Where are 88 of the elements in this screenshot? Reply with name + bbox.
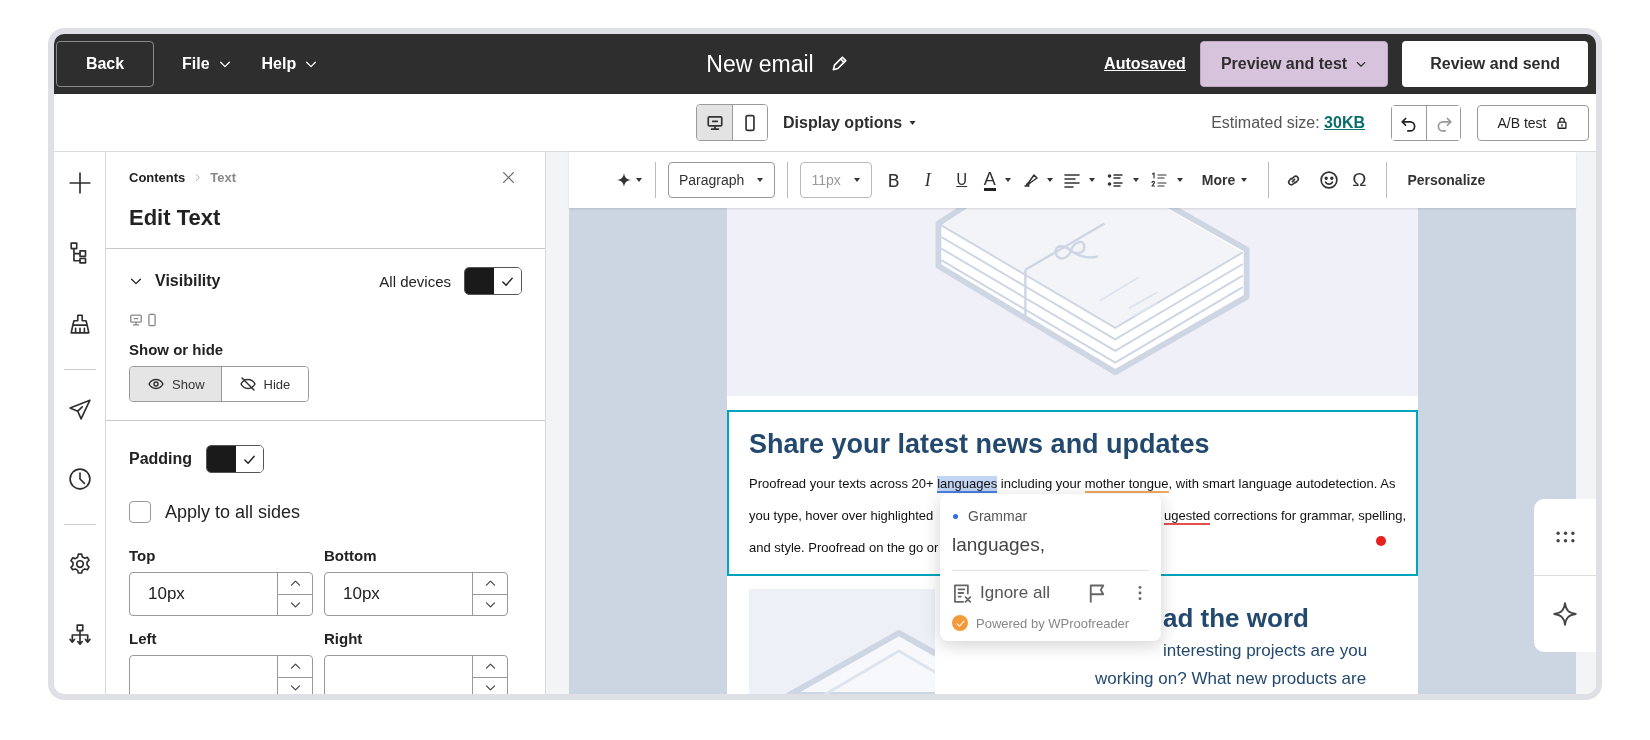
caret-icon — [1240, 177, 1249, 183]
paragraph-text: and style. Proofread on the go or — [749, 539, 939, 557]
toggle-label: All devices — [379, 272, 451, 290]
underline-button[interactable]: U — [949, 171, 974, 189]
send-icon[interactable] — [68, 397, 91, 420]
padding-input[interactable]: 10px — [129, 572, 313, 616]
caret-icon — [756, 177, 765, 183]
more-menu[interactable]: More — [1201, 172, 1249, 188]
desktop-icon — [705, 113, 724, 132]
padding-input[interactable]: 10px — [324, 572, 508, 616]
back-button[interactable]: Back — [56, 41, 154, 87]
padding-toggle[interactable] — [206, 445, 265, 473]
italic-button[interactable]: I — [915, 169, 940, 191]
section-heading: ad the word — [1163, 603, 1310, 633]
field-label: Bottom — [324, 547, 378, 564]
paragraph-text: you type, hover over highlighted — [749, 507, 934, 525]
font-color-button[interactable]: A — [983, 169, 996, 191]
field-label: Show or hide — [129, 341, 225, 358]
issue-category: Grammar — [968, 508, 1028, 524]
ignore-icon — [952, 583, 972, 603]
settings-icon[interactable] — [68, 553, 91, 576]
show-option[interactable]: Show — [130, 367, 221, 401]
email-title: New email — [706, 50, 814, 78]
emoji-icon[interactable] — [1320, 171, 1339, 189]
paragraph-text: ugested corrections for grammar, spelling, — [1163, 507, 1406, 527]
field-label: Left — [129, 630, 158, 647]
estimated-size: Estimated size: 30KB — [1211, 113, 1365, 132]
bullet-icon — [953, 513, 958, 519]
section-title: Padding — [129, 450, 193, 468]
special-characters-button[interactable]: Ω — [1352, 169, 1367, 191]
clock-icon[interactable] — [68, 468, 91, 491]
align-icon[interactable] — [1063, 172, 1080, 188]
add-icon[interactable] — [68, 172, 91, 194]
caret-icon — [908, 119, 918, 126]
suggestion-option[interactable]: languages, — [952, 524, 1149, 571]
bulleted-list-icon[interactable] — [1105, 172, 1124, 188]
caret-icon[interactable] — [1003, 177, 1012, 183]
checkbox[interactable] — [129, 501, 151, 523]
hide-option[interactable]: Hide — [220, 367, 309, 401]
powered-by-text: Powered by WProofreader — [976, 615, 1130, 631]
numbered-list-icon[interactable] — [1149, 172, 1168, 188]
caret-icon[interactable] — [1175, 177, 1184, 183]
mobile-icon — [145, 313, 159, 327]
caret-icon[interactable] — [635, 177, 643, 183]
lock-icon — [1554, 115, 1569, 130]
menu-item[interactable]: File — [174, 49, 240, 79]
review-button[interactable]: Review and send — [1402, 41, 1588, 87]
paragraph-text: working on? What new products are — [1095, 668, 1368, 690]
brush-icon[interactable] — [68, 312, 91, 335]
display-options-menu[interactable]: Display options — [783, 113, 918, 132]
ab-test-button[interactable]: A/B test — [1477, 104, 1589, 141]
drag-handle-icon[interactable] — [1555, 531, 1575, 543]
mobile-view-button[interactable] — [732, 105, 767, 140]
bold-button[interactable]: B — [881, 169, 906, 191]
breadcrumb-link[interactable]: Contents — [129, 170, 186, 185]
caret-icon[interactable] — [1045, 177, 1054, 183]
breadcrumb-current: Text — [210, 170, 237, 185]
field-label: Right — [324, 630, 364, 647]
sparkle-icon[interactable] — [617, 173, 631, 187]
eye-slash-icon — [239, 376, 256, 392]
desktop-view-button[interactable] — [697, 105, 732, 140]
desktop-icon — [129, 313, 143, 327]
caret-icon — [852, 177, 861, 183]
padding-input[interactable] — [324, 655, 508, 694]
paragraph-select[interactable]: Paragraph — [668, 162, 776, 198]
close-icon[interactable] — [502, 171, 515, 184]
highlighter-icon[interactable] — [1021, 172, 1038, 188]
hierarchy-icon[interactable] — [68, 623, 91, 646]
eye-icon — [148, 376, 164, 392]
panel-title: Edit Text — [129, 205, 222, 231]
field-label: Top — [129, 547, 157, 564]
ignore-all-button[interactable]: Ignore all — [980, 583, 1050, 603]
sparkle-icon[interactable] — [1553, 602, 1577, 626]
visibility-toggle[interactable] — [464, 267, 522, 295]
status-dot — [1376, 536, 1386, 546]
personalize-button[interactable]: Personalize — [1407, 172, 1486, 188]
flag-icon[interactable] — [1087, 583, 1107, 603]
chevron-right-icon — [193, 173, 203, 182]
checkbox-label: Apply to all sides — [165, 501, 301, 523]
preview-button[interactable]: Preview and test — [1199, 41, 1389, 87]
caret-icon[interactable] — [1131, 177, 1140, 183]
caret-icon[interactable] — [1087, 177, 1096, 183]
section-heading: Share your latest news and updates — [749, 428, 1211, 461]
padding-input[interactable] — [129, 655, 313, 694]
autosaved-link[interactable]: Autosaved — [1104, 55, 1186, 73]
paragraph-text: interesting projects are you — [1163, 640, 1368, 662]
menu-item[interactable]: Help — [253, 49, 327, 79]
section-title: Visibility — [155, 272, 222, 290]
